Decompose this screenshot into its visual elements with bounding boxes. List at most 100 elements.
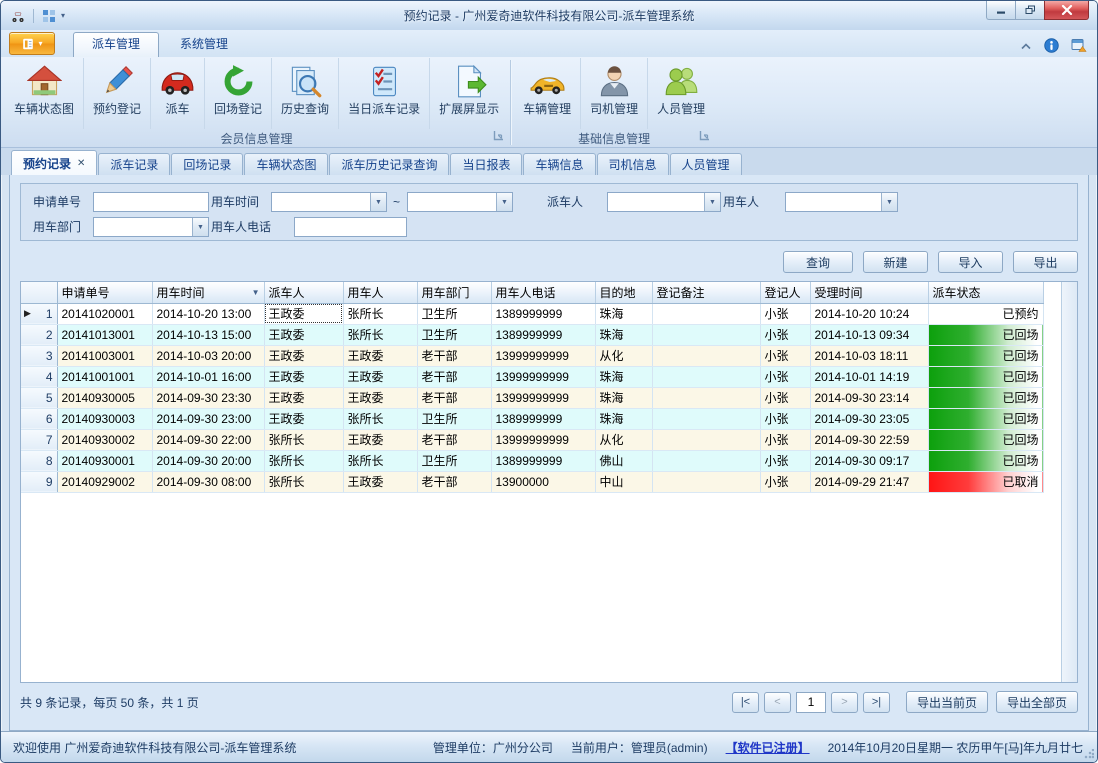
column-header[interactable]: 用车时间▼ xyxy=(152,282,264,303)
document-tab[interactable]: 预约记录✕ xyxy=(11,150,97,175)
grid-cell[interactable]: 老干部 xyxy=(417,429,491,450)
info-icon[interactable] xyxy=(1044,38,1059,53)
about-icon[interactable] xyxy=(1071,38,1087,53)
grid-cell[interactable]: 王政委 xyxy=(264,324,343,345)
page-number-input[interactable] xyxy=(796,692,826,713)
grid-cell[interactable]: 老干部 xyxy=(417,366,491,387)
qat-dropdown-icon[interactable]: ▾ xyxy=(61,11,65,20)
column-header[interactable]: 申请单号 xyxy=(57,282,152,303)
grid-cell[interactable] xyxy=(652,471,760,492)
grid-cell[interactable]: 20141001001 xyxy=(57,366,152,387)
grid-cell[interactable]: 20140930001 xyxy=(57,450,152,471)
grid-cell[interactable]: 20140930002 xyxy=(57,429,152,450)
grid-cell[interactable]: 张所长 xyxy=(264,471,343,492)
layout-icon[interactable] xyxy=(41,8,57,24)
app-menu-button[interactable]: ▾ xyxy=(9,32,55,55)
import-button[interactable]: 导入 xyxy=(938,251,1003,273)
grid-cell[interactable]: 王政委 xyxy=(343,366,417,387)
grid-cell[interactable]: 13999999999 xyxy=(491,429,595,450)
grid-cell[interactable]: 2014-09-30 23:05 xyxy=(810,408,928,429)
grid-cell[interactable]: 老干部 xyxy=(417,345,491,366)
column-header[interactable]: 派车人 xyxy=(264,282,343,303)
grid-cell[interactable]: 2014-09-29 21:47 xyxy=(810,471,928,492)
grid-cell[interactable]: 张所长 xyxy=(343,450,417,471)
row-selector[interactable]: 8 xyxy=(21,450,57,471)
ribbon-button[interactable]: 预约登记 xyxy=(84,58,151,129)
grid-cell[interactable]: 王政委 xyxy=(264,408,343,429)
row-selector[interactable]: 7 xyxy=(21,429,57,450)
column-header[interactable]: 受理时间 xyxy=(810,282,928,303)
chevron-down-icon[interactable]: ▼ xyxy=(192,218,208,236)
document-tab[interactable]: 司机信息 xyxy=(597,153,669,175)
collapse-ribbon-icon[interactable] xyxy=(1020,42,1032,50)
grid-cell[interactable] xyxy=(652,303,760,324)
grid-cell[interactable]: 20140929002 xyxy=(57,471,152,492)
use-time-to-combo[interactable]: ▼ xyxy=(407,192,513,212)
grid-cell[interactable]: 珠海 xyxy=(595,366,652,387)
grid-cell[interactable]: 王政委 xyxy=(264,303,343,324)
grid-cell[interactable]: 2014-10-03 20:00 xyxy=(152,345,264,366)
grid-cell[interactable]: 张所长 xyxy=(343,303,417,324)
dispatch-status-cell[interactable]: 已回场 xyxy=(928,387,1043,408)
row-selector[interactable]: ▶1 xyxy=(21,303,57,324)
document-tab[interactable]: 车辆信息 xyxy=(523,153,595,175)
row-selector[interactable]: 6 xyxy=(21,408,57,429)
close-button[interactable] xyxy=(1044,1,1089,20)
grid-cell[interactable]: 珠海 xyxy=(595,303,652,324)
grid-cell[interactable]: 卫生所 xyxy=(417,324,491,345)
grid-cell[interactable]: 2014-09-30 23:30 xyxy=(152,387,264,408)
grid-cell[interactable]: 2014-09-30 08:00 xyxy=(152,471,264,492)
grid-cell[interactable]: 从化 xyxy=(595,345,652,366)
grid-cell[interactable]: 20140930005 xyxy=(57,387,152,408)
grid-cell[interactable]: 2014-10-01 14:19 xyxy=(810,366,928,387)
row-selector[interactable]: 9 xyxy=(21,471,57,492)
request-no-input[interactable] xyxy=(93,192,209,212)
resize-grip[interactable] xyxy=(1084,749,1094,759)
export-all-pages-button[interactable]: 导出全部页 xyxy=(996,691,1078,713)
grid-cell[interactable]: 小张 xyxy=(760,387,810,408)
next-page-button[interactable]: > xyxy=(831,692,858,713)
grid-cell[interactable]: 小张 xyxy=(760,429,810,450)
column-header[interactable]: 用车部门 xyxy=(417,282,491,303)
column-header[interactable]: 派车状态 xyxy=(928,282,1043,303)
department-combo[interactable]: ▼ xyxy=(93,217,209,237)
grid-cell[interactable]: 2014-09-30 23:00 xyxy=(152,408,264,429)
grid-cell[interactable] xyxy=(652,450,760,471)
grid-cell[interactable]: 王政委 xyxy=(264,345,343,366)
vertical-scrollbar[interactable] xyxy=(1061,282,1077,682)
grid-cell[interactable] xyxy=(652,324,760,345)
grid-cell[interactable]: 老干部 xyxy=(417,387,491,408)
grid-cell[interactable]: 2014-09-30 23:14 xyxy=(810,387,928,408)
dialog-launcher-icon[interactable] xyxy=(493,130,504,144)
grid-cell[interactable]: 2014-10-20 10:24 xyxy=(810,303,928,324)
grid-cell[interactable] xyxy=(652,345,760,366)
ribbon-button[interactable]: 回场登记 xyxy=(205,58,272,129)
grid-cell[interactable]: 2014-09-30 22:59 xyxy=(810,429,928,450)
grid-cell[interactable]: 13999999999 xyxy=(491,387,595,408)
grid-cell[interactable] xyxy=(652,387,760,408)
grid-cell[interactable]: 小张 xyxy=(760,450,810,471)
grid-cell[interactable]: 小张 xyxy=(760,366,810,387)
grid-cell[interactable]: 2014-09-30 20:00 xyxy=(152,450,264,471)
grid-cell[interactable]: 2014-10-13 15:00 xyxy=(152,324,264,345)
document-tab[interactable]: 派车历史记录查询 xyxy=(329,153,449,175)
grid-cell[interactable]: 2014-09-30 22:00 xyxy=(152,429,264,450)
license-registered-link[interactable]: 【软件已注册】 xyxy=(726,739,810,756)
minimize-button[interactable] xyxy=(986,1,1015,20)
row-selector[interactable]: 3 xyxy=(21,345,57,366)
grid-cell[interactable]: 佛山 xyxy=(595,450,652,471)
row-selector[interactable]: 4 xyxy=(21,366,57,387)
grid-cell[interactable]: 小张 xyxy=(760,408,810,429)
column-header[interactable]: 用车人电话 xyxy=(491,282,595,303)
grid-cell[interactable]: 张所长 xyxy=(343,324,417,345)
grid-cell[interactable]: 中山 xyxy=(595,471,652,492)
ribbon-button[interactable]: 车辆状态图 xyxy=(5,58,84,129)
close-tab-icon[interactable]: ✕ xyxy=(77,158,85,169)
grid-cell[interactable]: 王政委 xyxy=(343,345,417,366)
grid-cell[interactable]: 卫生所 xyxy=(417,450,491,471)
grid-cell[interactable]: 2014-10-13 09:34 xyxy=(810,324,928,345)
restore-button[interactable] xyxy=(1015,1,1044,20)
grid-cell[interactable]: 小张 xyxy=(760,345,810,366)
dispatch-status-cell[interactable]: 已回场 xyxy=(928,324,1043,345)
grid-cell[interactable]: 20141003001 xyxy=(57,345,152,366)
